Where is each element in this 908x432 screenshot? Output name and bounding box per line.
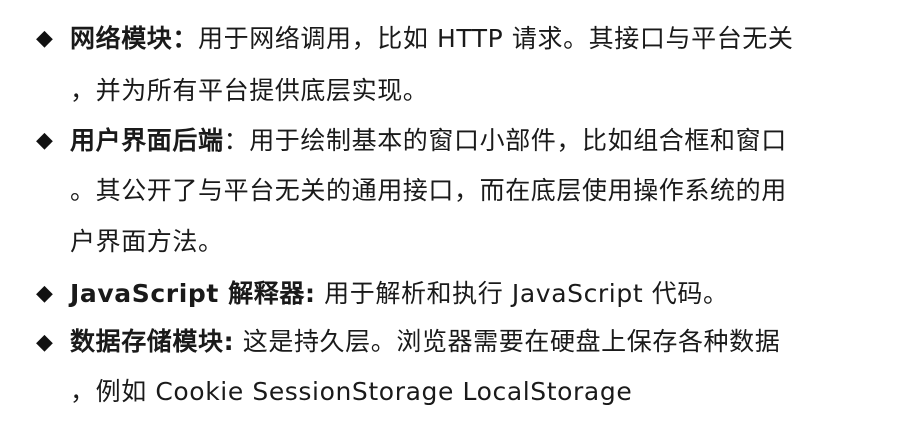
list-item-line: 用户界面后端：用于绘制基本的窗口小部件，比如组合框和窗口 bbox=[70, 126, 787, 156]
list-item-line: 网络模块：用于网络调用，比如 HTTP 请求。其接口与平台无关 bbox=[70, 24, 794, 54]
diamond-bullet-icon: ◆ bbox=[36, 128, 53, 153]
list-item-line: 户界面方法。 bbox=[70, 227, 224, 256]
item-description: 用于解析和执行 JavaScript 代码。 bbox=[315, 279, 729, 308]
diamond-bullet-icon: ◆ bbox=[36, 330, 53, 355]
diamond-bullet-icon: ◆ bbox=[36, 26, 53, 51]
item-term: 网络模块： bbox=[70, 24, 199, 53]
item-description: ：用于绘制基本的窗口小部件，比如组合框和窗口 bbox=[223, 126, 787, 155]
list-item-line: 。其公开了与平台无关的通用接口，而在底层使用操作系统的用 bbox=[70, 176, 787, 205]
list-item-line: JavaScript 解释器: 用于解析和执行 JavaScript 代码。 bbox=[70, 279, 729, 309]
list-item-line: ，并为所有平台提供底层实现。 bbox=[70, 76, 429, 105]
list-item-line: ，例如 Cookie SessionStorage LocalStorage bbox=[70, 377, 633, 406]
item-term: JavaScript 解释器: bbox=[70, 279, 316, 308]
document-page: ◆ 网络模块：用于网络调用，比如 HTTP 请求。其接口与平台无关 ，并为所有平… bbox=[0, 0, 908, 432]
item-term: 用户界面后端 bbox=[70, 126, 224, 155]
item-description: 这是持久层。浏览器需要在硬盘上保存各种数据 bbox=[234, 327, 781, 356]
list-item-line: 数据存储模块: 这是持久层。浏览器需要在硬盘上保存各种数据 bbox=[70, 327, 780, 357]
diamond-bullet-icon: ◆ bbox=[36, 281, 53, 306]
item-term: 数据存储模块: bbox=[70, 327, 235, 356]
item-description: 用于网络调用，比如 HTTP 请求。其接口与平台无关 bbox=[198, 24, 794, 53]
